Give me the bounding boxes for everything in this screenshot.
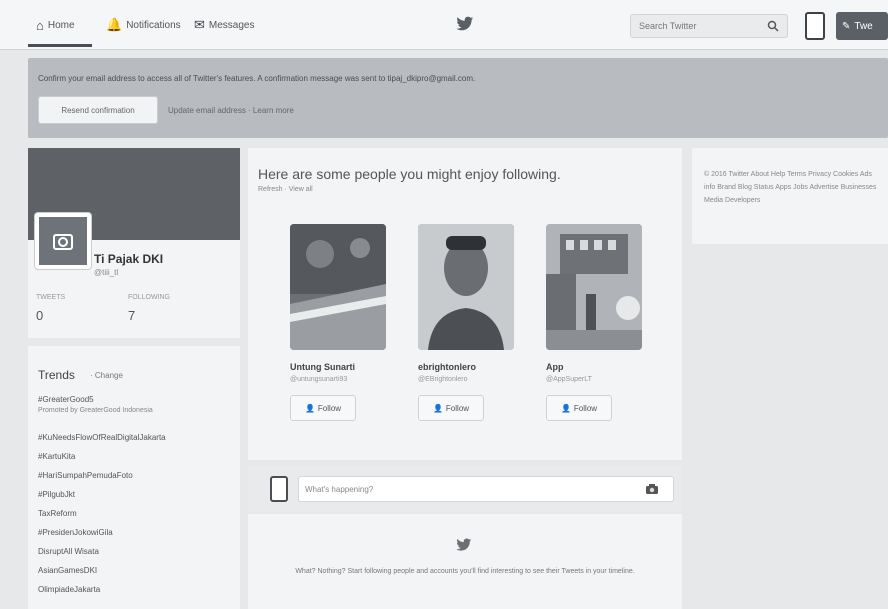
trend-item[interactable]: TaxReform xyxy=(38,504,234,523)
trend-item[interactable]: #PresidenJokowiGila xyxy=(38,523,234,542)
tweet-button-label: Twe xyxy=(854,20,873,32)
who-to-follow-actions[interactable]: Refresh · View all xyxy=(258,186,313,193)
trend-text: DisruptAll Wisata xyxy=(38,547,99,556)
follow-button-label: Follow xyxy=(445,403,470,413)
home-icon: ⌂ xyxy=(36,17,44,33)
who-to-follow-card: Here are some people you might enjoy fol… xyxy=(248,148,682,460)
twitter-bird-icon xyxy=(456,538,472,551)
follow-button-label: Follow xyxy=(317,403,342,413)
trend-item[interactable]: #PilgubJkt xyxy=(38,485,234,504)
suggested-user-handle: @untungsunarti93 xyxy=(290,376,348,383)
empty-timeline-message: What? Nothing? Start following people an… xyxy=(295,568,635,575)
suggested-user-photo[interactable] xyxy=(418,224,514,350)
nav-notifications[interactable]: 🔔 Notifications xyxy=(106,14,181,36)
camera-icon[interactable] xyxy=(645,483,659,495)
trend-text: #PresidenJokowiGila xyxy=(38,528,113,537)
follow-button[interactable]: 👤 Follow xyxy=(418,395,484,421)
add-user-icon: 👤 xyxy=(560,403,571,413)
suggested-user-photo[interactable] xyxy=(546,224,642,350)
suggested-user-handle: @EBrightonlero xyxy=(418,376,468,383)
suggested-user-card: Untung Sunarti @untungsunarti93 👤 Follow xyxy=(290,224,386,421)
suggested-user-name[interactable]: Untung Sunarti xyxy=(290,362,386,372)
follow-button[interactable]: 👤 Follow xyxy=(290,395,356,421)
update-email-link[interactable]: Update email address · Learn more xyxy=(168,106,294,115)
trends-card: Trends · Change #GreaterGood5 Promoted b… xyxy=(28,346,240,609)
tweet-input[interactable]: What's happening? xyxy=(298,476,674,502)
resend-confirmation-button[interactable]: Resend confirmation xyxy=(38,96,158,124)
nav-messages-label: Messages xyxy=(208,19,255,31)
suggested-user-photo[interactable] xyxy=(290,224,386,350)
who-to-follow-heading: Here are some people you might enjoy fol… xyxy=(258,166,561,182)
composer-avatar xyxy=(270,476,288,502)
search-input[interactable]: Search Twitter xyxy=(630,14,788,38)
trend-item[interactable]: AsianGamesDKI xyxy=(38,561,234,580)
profile-avatar[interactable] xyxy=(34,212,92,270)
add-user-icon: 👤 xyxy=(304,403,315,413)
bell-icon: 🔔 xyxy=(106,17,123,32)
follow-button[interactable]: 👤 Follow xyxy=(546,395,612,421)
follow-button-label: Follow xyxy=(573,403,598,413)
landscape-photo xyxy=(290,224,386,350)
trend-item[interactable]: #KuNeedsFlowOfRealDigitalJakarta xyxy=(38,428,234,447)
trend-item-spacer xyxy=(38,409,234,428)
suggested-user-name[interactable]: ebrightonlero xyxy=(418,362,514,372)
tweets-stat-label: TWEETS xyxy=(36,294,66,301)
suggested-user-card: ebrightonlero @EBrightonlero 👤 Follow xyxy=(418,224,514,421)
suggested-user-handle: @AppSuperLT xyxy=(546,376,592,383)
tweet-button[interactable]: ✎ Twe xyxy=(836,12,888,40)
profile-card: Ti Pajak DKI @tiii_tl TWEETS 0 FOLLOWING… xyxy=(28,148,240,338)
profile-avatar-button[interactable] xyxy=(805,12,825,40)
tweet-input-placeholder: What's happening? xyxy=(305,485,374,494)
suggested-user-name[interactable]: App xyxy=(546,362,642,372)
nav-notifications-label: Notifications xyxy=(126,19,181,31)
add-user-icon: 👤 xyxy=(432,403,443,413)
compose-icon: ✎ xyxy=(842,20,851,32)
nav-home-label: Home xyxy=(47,19,75,31)
nav-home-active-indicator xyxy=(28,44,92,47)
email-confirmation-banner: Confirm your email address to access all… xyxy=(28,58,888,138)
trend-item[interactable]: #HariSumpahPemudaFoto xyxy=(38,466,234,485)
twitter-logo-icon[interactable] xyxy=(456,16,474,32)
suggested-user-card: App @AppSuperLT 👤 Follow xyxy=(546,224,642,421)
trend-item[interactable]: DisruptAll Wisata xyxy=(38,542,234,561)
trend-item[interactable]: OlimpiadeJakarta xyxy=(38,580,234,599)
timeline-feed: What? Nothing? Start following people an… xyxy=(248,514,682,609)
banner-message: Confirm your email address to access all… xyxy=(38,74,476,83)
trends-change-link[interactable]: · Change xyxy=(90,371,123,380)
profile-name[interactable]: Ti Pajak DKI xyxy=(94,252,163,266)
trend-text: TaxReform xyxy=(38,509,77,518)
trend-item[interactable]: #GreaterGood5 Promoted by GreaterGood In… xyxy=(38,390,234,414)
avatar-image xyxy=(39,217,87,265)
following-stat-value[interactable]: 7 xyxy=(128,308,135,323)
trend-text: #HariSumpahPemudaFoto xyxy=(38,471,133,480)
search-placeholder: Search Twitter xyxy=(639,21,697,31)
trend-text: AsianGamesDKI xyxy=(38,566,98,575)
footer-links-card: © 2016 Twitter About Help Terms Privacy … xyxy=(692,148,888,244)
building-photo xyxy=(546,224,642,350)
trend-text: #PilgubJkt xyxy=(38,490,75,499)
camera-placeholder-icon xyxy=(53,234,73,250)
tweet-composer: What's happening? xyxy=(248,466,682,512)
profile-handle[interactable]: @tiii_tl xyxy=(94,268,118,277)
trend-text: #KartuKita xyxy=(38,452,76,461)
trends-title: Trends xyxy=(38,368,75,382)
tweets-stat-value[interactable]: 0 xyxy=(36,308,43,323)
trend-list: #GreaterGood5 Promoted by GreaterGood In… xyxy=(38,390,234,599)
following-stat-label: FOLLOWING xyxy=(128,294,171,301)
resend-confirmation-label: Resend confirmation xyxy=(61,105,135,115)
portrait-photo xyxy=(418,224,514,350)
trend-item[interactable]: #KartuKita xyxy=(38,447,234,466)
footer-links[interactable]: © 2016 Twitter About Help Terms Privacy … xyxy=(704,168,882,207)
nav-home[interactable]: ⌂ Home xyxy=(36,14,75,36)
search-icon[interactable] xyxy=(767,20,779,32)
nav-messages[interactable]: ✉ Messages xyxy=(194,14,254,36)
envelope-icon: ✉ xyxy=(194,17,205,32)
trend-text: #KuNeedsFlowOfRealDigitalJakarta xyxy=(38,433,166,442)
trend-text: OlimpiadeJakarta xyxy=(38,585,101,594)
top-navigation: ⌂ Home 🔔 Notifications ✉ Messages Search… xyxy=(0,0,888,50)
